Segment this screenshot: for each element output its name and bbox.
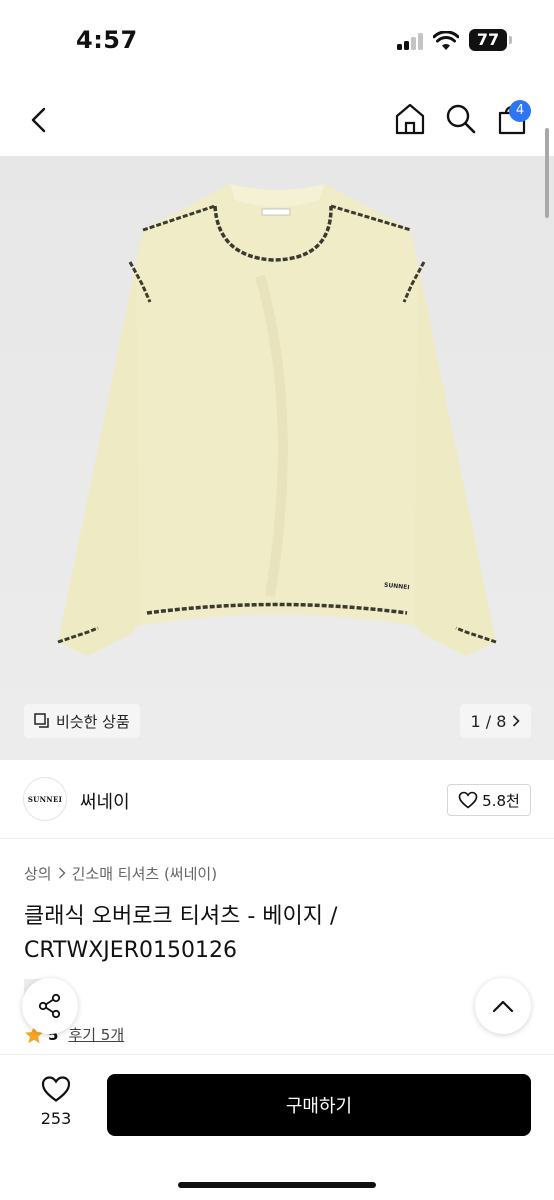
share-button[interactable] bbox=[22, 978, 78, 1034]
home-indicator bbox=[178, 1182, 376, 1188]
buy-button[interactable]: 구매하기 bbox=[107, 1074, 531, 1136]
share-icon bbox=[38, 993, 61, 1019]
cart-count-badge: 4 bbox=[509, 100, 531, 122]
wishlist-count: 253 bbox=[40, 1109, 72, 1128]
breadcrumb-subcategory[interactable]: 긴소매 티셔츠 (써네이) bbox=[72, 863, 217, 884]
image-counter-button[interactable]: 1 / 8 bbox=[460, 704, 531, 738]
brand-row: SUNNEI 써네이 5.8천 bbox=[0, 773, 554, 839]
breadcrumb: 상의 긴소매 티셔츠 (써네이) bbox=[24, 863, 217, 884]
heart-icon bbox=[458, 791, 478, 809]
scroll-to-top-button[interactable] bbox=[475, 978, 531, 1034]
battery-cap bbox=[509, 36, 512, 44]
status-bar: 4:57 77 bbox=[0, 0, 554, 84]
brand-like-button[interactable]: 5.8천 bbox=[447, 784, 531, 816]
product-photo-tshirt bbox=[57, 184, 497, 656]
image-counter: 1 / 8 bbox=[470, 711, 507, 731]
product-title: 클래식 오버로크 티셔츠 - 베이지 / CRTWXJER0150126 bbox=[24, 904, 338, 963]
brand-name[interactable]: 써네이 bbox=[80, 788, 130, 814]
brand-logo[interactable]: SUNNEI bbox=[23, 777, 67, 821]
heart-icon bbox=[41, 1076, 71, 1102]
breadcrumb-category[interactable]: 상의 bbox=[24, 863, 52, 884]
wishlist-button[interactable]: 253 bbox=[24, 1075, 88, 1135]
wifi-icon bbox=[433, 31, 459, 50]
product-image-gallery[interactable]: SUNNEI 비슷한 상품 1 / 8 bbox=[0, 156, 554, 760]
home-icon[interactable] bbox=[394, 102, 426, 136]
search-icon[interactable] bbox=[445, 102, 477, 136]
copy-icon bbox=[34, 713, 49, 728]
chevron-up-icon bbox=[492, 1000, 514, 1013]
brand-like-count: 5.8천 bbox=[482, 791, 520, 810]
bottom-action-bar: 253 구매하기 bbox=[0, 1054, 554, 1200]
chevron-right-icon bbox=[58, 867, 66, 879]
similar-products-button[interactable]: 비슷한 상품 bbox=[24, 704, 140, 738]
status-time: 4:57 bbox=[76, 26, 138, 54]
scrollbar-thumb[interactable] bbox=[545, 128, 549, 218]
cellular-signal-icon bbox=[397, 33, 425, 50]
chevron-right-icon bbox=[513, 715, 521, 727]
similar-products-label: 비슷한 상품 bbox=[56, 712, 130, 731]
back-arrow-icon[interactable] bbox=[24, 104, 56, 136]
battery-level: 77 bbox=[469, 29, 507, 51]
brand-logo-text: SUNNEI bbox=[27, 794, 63, 804]
top-nav bbox=[0, 96, 554, 146]
review-link[interactable]: 후기 5개 bbox=[68, 1024, 124, 1045]
